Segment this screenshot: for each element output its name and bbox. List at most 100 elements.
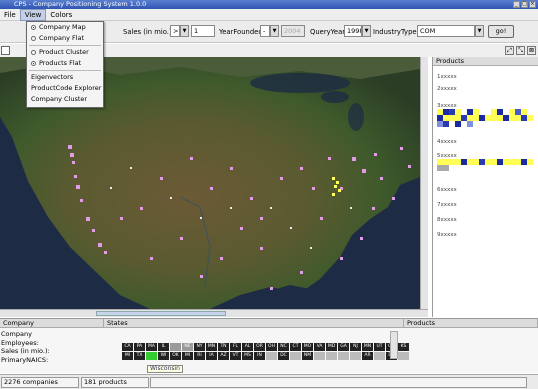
view-menu-item[interactable]: ProductCode Explorer [27,83,103,94]
view-menu-item[interactable]: Company Map [27,22,103,33]
view-menu-item-label: Company Cluster [31,95,88,103]
shrink-icon[interactable]: ⤢ [505,46,514,55]
map-vertical-scrollbar[interactable] [420,57,428,309]
radio-icon [31,25,36,30]
view-menu-item[interactable]: Product Cluster [27,47,103,58]
state-cell[interactable]: NM [302,352,313,360]
state-cell[interactable] [350,352,361,360]
states-column-header: States [104,319,404,328]
expand-icon[interactable]: ⤡ [516,46,525,55]
state-cell[interactable]: NC [278,343,289,351]
state-cell[interactable]: NJ [350,343,361,351]
close-icon[interactable]: × [529,1,536,8]
year-founded-label: YearFounded: [219,28,265,36]
state-cell[interactable] [314,352,325,360]
state-cell[interactable] [290,352,301,360]
menu-separator [29,45,101,46]
industry-type-select[interactable]: COM [417,25,475,37]
menu-file[interactable]: File [0,9,20,21]
view-checkbox[interactable] [1,46,10,55]
go-button[interactable]: go! [488,25,514,38]
maximize-icon[interactable]: □ [521,1,528,8]
year-founded-operator-select[interactable]: - [260,25,270,37]
sales-value-input[interactable]: 1 [191,25,215,37]
states-scrollbar[interactable] [390,331,398,359]
state-cell[interactable]: CT [290,343,301,351]
state-cell[interactable]: AL [242,343,253,351]
state-cell[interactable]: MN [206,343,217,351]
state-cell[interactable]: MD [326,343,337,351]
state-cell[interactable] [266,352,277,360]
state-cell[interactable]: IL [158,343,169,351]
chevron-down-icon[interactable]: ▼ [362,25,371,37]
company-name-label: Company [1,330,32,338]
state-cell[interactable]: RI [194,352,205,360]
state-cell[interactable]: GA [338,343,349,351]
state-cell[interactable]: NE [182,343,193,351]
product-heatmap-3[interactable] [437,109,533,127]
state-cell[interactable]: IN [254,352,265,360]
state-cell[interactable] [170,343,181,351]
state-cell[interactable]: MI [122,352,133,360]
industry-type-label: IndustryType: [373,28,419,36]
state-cell[interactable]: DC [278,352,289,360]
view-menu-item-label: Eigenvectors [31,73,74,81]
sales-operator-select[interactable]: > [170,25,180,37]
state-cell[interactable] [146,352,157,360]
state-cell[interactable]: MI [182,352,193,360]
state-cell[interactable]: OR [254,343,265,351]
state-cell[interactable]: TN [218,343,229,351]
state-cell[interactable]: TX [134,352,145,360]
view-menu-item-label: ProductCode Explorer [31,84,102,92]
state-cell[interactable]: AZ [218,352,229,360]
state-cell[interactable]: OH [266,343,277,351]
state-cell[interactable]: MO [302,343,313,351]
chevron-down-icon[interactable]: ▼ [475,25,484,37]
state-cell[interactable]: OK [170,352,181,360]
state-cell[interactable]: VA [314,343,325,351]
state-cell[interactable]: VT [230,352,241,360]
state-cell[interactable]: CA [122,343,133,351]
scrollbar-thumb[interactable] [96,311,226,316]
state-cell[interactable]: MN [362,343,373,351]
chevron-down-icon[interactable]: ▼ [270,25,279,37]
product-row-label: 6xxxxx [437,187,457,193]
radio-icon [31,36,36,41]
status-bar: 2276 companies 181 products [0,374,538,389]
state-cell[interactable]: KS [398,343,409,351]
state-cell[interactable]: FL [230,343,241,351]
close-view-icon[interactable]: ⊠ [527,46,536,55]
status-message [150,377,527,388]
view-menu-item[interactable]: Company Cluster [27,94,103,105]
products-panel: Products 1xxxxx 2xxxxx 3xxxxx 4xxxxx 5xx… [432,57,538,317]
state-cell[interactable] [326,352,337,360]
minimize-icon[interactable]: _ [513,1,520,8]
state-cell[interactable]: MS [242,352,253,360]
chevron-down-icon[interactable]: ▼ [180,25,189,37]
state-cell[interactable] [398,352,409,360]
view-menu-item[interactable]: Company Flat [27,33,103,44]
view-menu-item-label: Company Map [39,23,86,31]
menu-view[interactable]: View [19,8,47,21]
product-row-label: 1xxxxx [437,74,457,80]
map-horizontal-scrollbar[interactable] [0,309,428,317]
year-founded-input[interactable]: 2004 [281,25,305,37]
view-menu-item[interactable]: Products Flat [27,58,103,69]
query-year-select[interactable]: 1998 [344,25,362,37]
menu-colors[interactable]: Colors [46,9,76,21]
state-cell[interactable] [338,352,349,360]
view-menu-item[interactable]: Eigenvectors [27,72,103,83]
window-titlebar: CPS - Company Positioning System 1.0.0 _… [0,0,538,9]
state-cell[interactable]: AR [362,352,373,360]
state-cell[interactable]: PA [134,343,145,351]
state-cell[interactable] [374,352,385,360]
states-grid: CA PA MA IL NE NY MN TN FL AL OR OH NC CT MO VA MD GA NJ MN… [122,343,409,360]
state-cell[interactable]: MA [146,343,157,351]
state-cell[interactable]: IA [206,352,217,360]
state-cell[interactable]: NY [194,343,205,351]
product-heatmap-5[interactable] [437,159,533,171]
view-menu-item-label: Products Flat [39,59,82,67]
state-cell[interactable]: WI [158,352,169,360]
state-cell[interactable]: UT [374,343,385,351]
company-details: Company Employees: Sales (in mio.): Prim… [1,330,50,364]
